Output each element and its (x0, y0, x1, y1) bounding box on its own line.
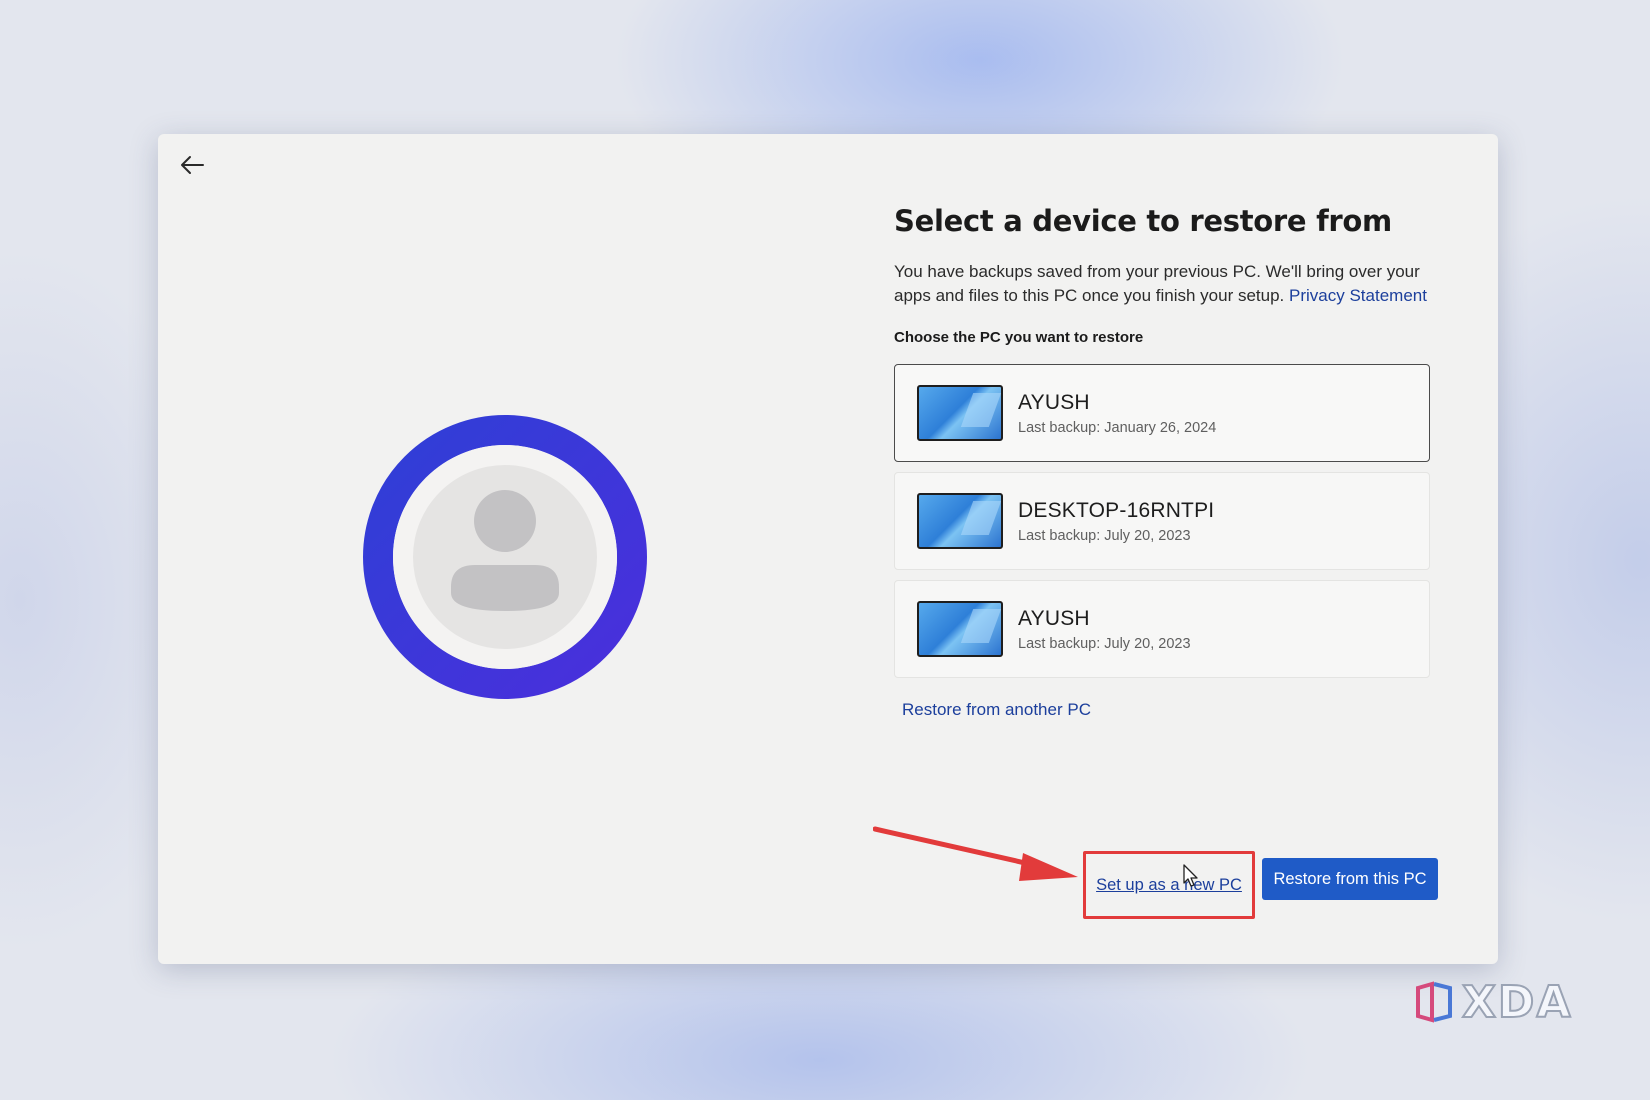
oobe-dialog: Select a device to restore from You have… (158, 134, 1498, 964)
description: You have backups saved from your previou… (894, 260, 1444, 308)
restore-from-another-pc-link[interactable]: Restore from another PC (902, 700, 1454, 720)
back-button[interactable] (172, 148, 212, 182)
watermark-text: XDA (1461, 976, 1573, 1029)
back-arrow-icon (181, 156, 204, 174)
pc-thumbnail-icon (917, 493, 1003, 549)
page-title: Select a device to restore from (894, 204, 1392, 238)
mouse-cursor-icon (1183, 864, 1198, 887)
highlight-box: Set up as a new PC (1083, 851, 1255, 919)
device-name: DESKTOP-16RNTPI (1018, 498, 1215, 522)
choose-label: Choose the PC you want to restore (894, 329, 1144, 346)
restore-from-this-pc-button[interactable]: Restore from this PC (1262, 858, 1438, 900)
pc-thumbnail-icon (917, 601, 1003, 657)
device-last-backup: Last backup: January 26, 2024 (1018, 419, 1217, 436)
device-last-backup: Last backup: July 20, 2023 (1018, 527, 1191, 544)
device-option[interactable]: AYUSH Last backup: July 20, 2023 (894, 580, 1430, 678)
xda-logo-icon (1416, 981, 1452, 1023)
red-arrow-annotation (873, 826, 1078, 881)
device-option[interactable]: AYUSH Last backup: January 26, 2024 (894, 364, 1430, 462)
device-name: AYUSH (1018, 390, 1090, 414)
device-last-backup: Last backup: July 20, 2023 (1018, 635, 1191, 652)
pc-thumbnail-icon (917, 385, 1003, 441)
setup-new-pc-button[interactable]: Set up as a new PC (1096, 876, 1242, 895)
xda-watermark: XDA (1414, 976, 1573, 1029)
user-avatar-icon (363, 415, 647, 699)
device-list: AYUSH Last backup: January 26, 2024 DESK… (894, 364, 1430, 678)
device-option[interactable]: DESKTOP-16RNTPI Last backup: July 20, 20… (894, 472, 1430, 570)
privacy-statement-link[interactable]: Privacy Statement (1289, 286, 1427, 305)
restore-content: Select a device to restore from You have… (894, 204, 1454, 720)
device-name: AYUSH (1018, 606, 1090, 630)
